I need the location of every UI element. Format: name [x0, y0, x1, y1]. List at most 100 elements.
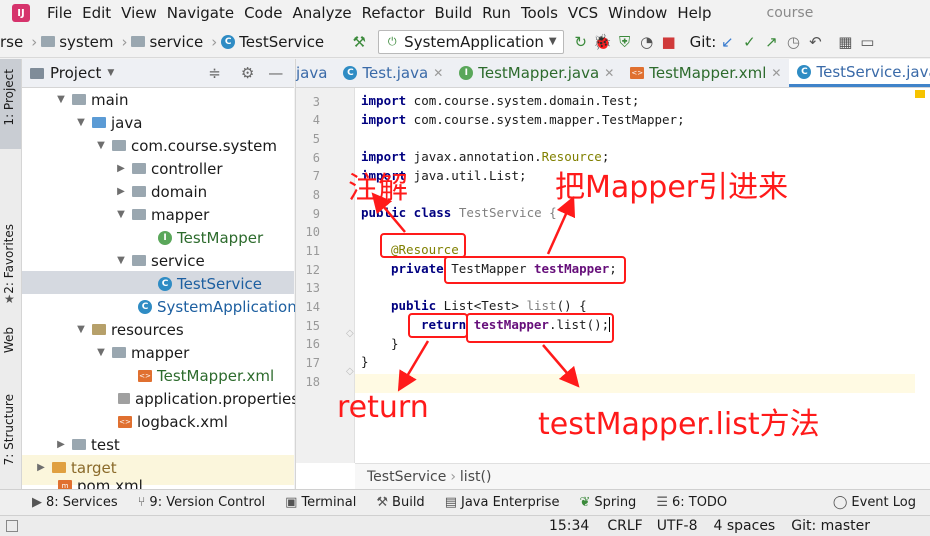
indent-setting[interactable]: 4 spaces: [714, 518, 776, 534]
menu-file[interactable]: File: [42, 4, 77, 22]
menu-navigate[interactable]: Navigate: [162, 4, 239, 22]
tree-node-testmapper-xml[interactable]: <> TestMapper.xml: [138, 364, 274, 387]
project-tool-label[interactable]: 1: Project: [2, 69, 16, 126]
menu-refactor[interactable]: Refactor: [357, 4, 430, 22]
profile-icon[interactable]: ◔: [636, 31, 658, 53]
tree-node-test[interactable]: ▶ test: [54, 433, 120, 456]
menu-help[interactable]: Help: [672, 4, 716, 22]
debug-bug-icon[interactable]: 🐞: [592, 31, 614, 53]
breadcrumb-testservice[interactable]: C TestService: [221, 33, 324, 51]
event-log-tool-button[interactable]: ◯ Event Log: [823, 495, 930, 510]
chevron-down-icon[interactable]: ▼: [107, 68, 114, 78]
close-icon[interactable]: ✕: [771, 66, 781, 80]
version-control-tool-button[interactable]: ⑂ 9: Version Control: [128, 495, 276, 510]
collapse-arrow-icon[interactable]: ▶: [54, 439, 68, 450]
tree-node-mapper[interactable]: ▼ mapper: [114, 203, 209, 226]
tree-node-resources[interactable]: ▼ resources: [74, 318, 184, 341]
menu-analyze[interactable]: Analyze: [287, 4, 356, 22]
terminal-tool-button[interactable]: ▣ Terminal: [275, 495, 366, 510]
expand-arrow-icon[interactable]: ▼: [54, 94, 68, 105]
breadcrumb-method[interactable]: list(): [460, 469, 492, 485]
fold-icon[interactable]: ◇: [346, 328, 354, 339]
menu-code[interactable]: Code: [239, 4, 287, 22]
git-update-icon[interactable]: ↙: [716, 31, 738, 53]
run-config-select[interactable]: ⏻ SystemApplication ▼: [378, 29, 564, 54]
tree-node-pom[interactable]: m pom.xml: [58, 477, 143, 489]
expand-arrow-icon[interactable]: ▼: [74, 324, 88, 335]
tree-node-testmapper[interactable]: I TestMapper: [158, 226, 263, 249]
interface-icon: I: [459, 66, 474, 80]
warning-scroll-marker[interactable]: [915, 90, 925, 98]
tree-node-domain[interactable]: ▶ domain: [114, 180, 207, 203]
project-panel-title[interactable]: Project: [50, 64, 101, 82]
tree-node-systemapplication[interactable]: C SystemApplication: [138, 295, 297, 318]
tab-testservice-java[interactable]: CTestService.java✕: [789, 59, 930, 87]
breadcrumb-service[interactable]: service: [131, 33, 203, 51]
tab-test-java[interactable]: C Test.java ✕: [335, 59, 451, 87]
web-tool-label[interactable]: Web: [2, 327, 16, 353]
resources-folder-icon: [92, 324, 106, 335]
caret-position[interactable]: 15:34: [549, 518, 589, 534]
rollback-icon[interactable]: ↶: [804, 31, 826, 53]
menu-build[interactable]: Build: [430, 4, 478, 22]
hide-panel-icon[interactable]: —: [268, 64, 283, 82]
git-branch[interactable]: Git: master: [791, 518, 870, 534]
terminal-icon: ▣: [285, 495, 298, 510]
favorites-tool-label[interactable]: 2: Favorites: [2, 224, 16, 294]
menu-vcs[interactable]: VCS: [563, 4, 603, 22]
expand-arrow-icon[interactable]: ▼: [94, 140, 108, 151]
tree-node-controller[interactable]: ▶ controller: [114, 157, 222, 180]
menu-edit[interactable]: Edit: [77, 4, 116, 22]
tab-testmapper-java[interactable]: I TestMapper.java ✕: [451, 59, 622, 87]
tab-testmapper-xml[interactable]: <> TestMapper.xml ✕: [622, 59, 789, 87]
expand-arrow-icon[interactable]: ▼: [114, 255, 128, 266]
project-structure-icon[interactable]: ▦: [834, 31, 856, 53]
stop-icon[interactable]: ■: [658, 31, 680, 53]
build-hammer-icon[interactable]: ⚒: [348, 31, 370, 53]
tree-node-res-mapper[interactable]: ▼ mapper: [94, 341, 189, 364]
spring-tool-button[interactable]: ❦ Spring: [569, 495, 646, 510]
close-icon[interactable]: ✕: [604, 66, 614, 80]
java-enterprise-tool-button[interactable]: ▤ Java Enterprise: [435, 495, 570, 510]
tree-node-logback-xml[interactable]: <> logback.xml: [118, 410, 228, 433]
collapse-arrow-icon[interactable]: ▶: [114, 186, 128, 197]
file-encoding[interactable]: UTF-8: [657, 518, 698, 534]
close-icon[interactable]: ✕: [433, 66, 443, 80]
expand-arrow-icon[interactable]: ▼: [114, 209, 128, 220]
menu-run[interactable]: Run: [477, 4, 516, 22]
collapse-arrow-icon[interactable]: ▶: [34, 462, 48, 473]
tree-node-testservice[interactable]: C TestService: [158, 272, 262, 295]
tree-node-target[interactable]: ▶ target: [34, 456, 116, 479]
history-clock-icon[interactable]: ◷: [782, 31, 804, 53]
line-separator[interactable]: CRLF: [607, 518, 642, 534]
expand-arrow-icon[interactable]: ▼: [94, 347, 108, 358]
toggle-tool-windows-icon[interactable]: [6, 520, 18, 532]
collapse-all-icon[interactable]: ≑: [208, 64, 221, 82]
menu-tools[interactable]: Tools: [516, 4, 563, 22]
tree-node-service[interactable]: ▼ service: [114, 249, 205, 272]
git-push-icon[interactable]: ↗: [760, 31, 782, 53]
tree-node-application-properties[interactable]: application.properties: [118, 387, 299, 410]
tree-node-java[interactable]: ▼ java: [74, 111, 142, 134]
tree-node-package[interactable]: ▼ com.course.system: [94, 134, 277, 157]
line-number: 9: [312, 207, 320, 221]
fold-icon[interactable]: ◇: [346, 366, 354, 377]
structure-tool-label[interactable]: 7: Structure: [2, 394, 16, 465]
breadcrumb-system[interactable]: system: [41, 33, 113, 51]
expand-arrow-icon[interactable]: ▼: [74, 117, 88, 128]
rerun-icon[interactable]: ↻: [570, 31, 592, 53]
git-commit-icon[interactable]: ✓: [738, 31, 760, 53]
services-tool-button[interactable]: ▶ 8: Services: [0, 495, 128, 510]
breadcrumb-course[interactable]: rse: [0, 33, 23, 51]
gear-icon[interactable]: ⚙: [241, 64, 254, 82]
breadcrumb-class[interactable]: TestService: [367, 469, 446, 485]
tree-node-main[interactable]: ▼ main: [54, 88, 128, 111]
tab-java[interactable]: java: [296, 59, 335, 87]
menu-view[interactable]: View: [116, 4, 162, 22]
menu-window[interactable]: Window: [603, 4, 672, 22]
coverage-icon[interactable]: ⛨: [614, 31, 636, 53]
presentation-icon[interactable]: ▭: [856, 31, 878, 53]
build-tool-button[interactable]: ⚒ Build: [366, 495, 434, 510]
todo-tool-button[interactable]: ☰ 6: TODO: [646, 495, 737, 510]
collapse-arrow-icon[interactable]: ▶: [114, 163, 128, 174]
